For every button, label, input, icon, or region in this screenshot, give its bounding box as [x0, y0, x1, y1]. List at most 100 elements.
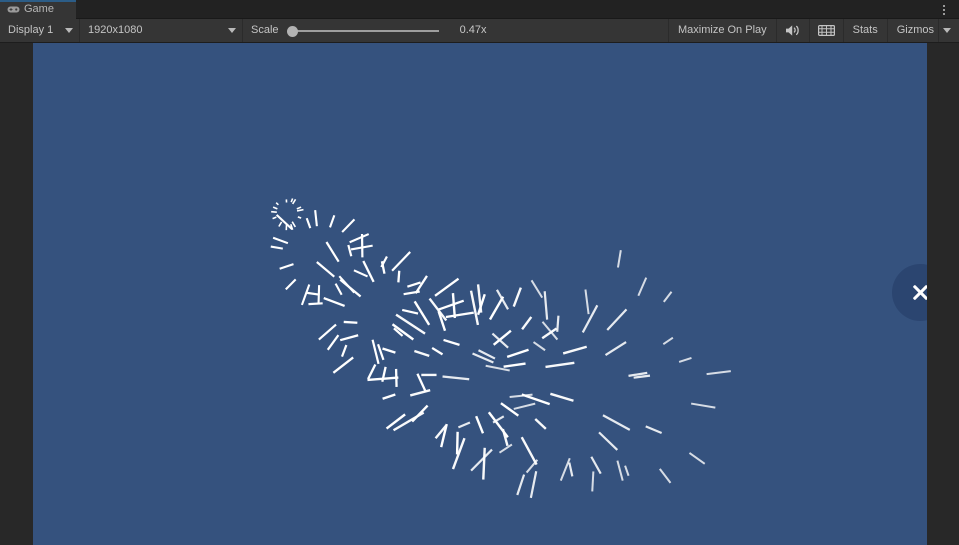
particle-ray — [591, 471, 595, 492]
particle-ray — [455, 431, 459, 455]
tab-game[interactable]: Game — [0, 0, 76, 19]
particle-ray — [476, 284, 483, 313]
particle-ray — [391, 323, 415, 341]
gizmos-dropdown-button[interactable] — [939, 19, 959, 42]
particle-ray — [472, 352, 494, 364]
particle-ray — [291, 221, 297, 228]
particle-ray — [428, 297, 448, 322]
scale-slider-knob[interactable] — [286, 25, 298, 37]
particle-ray — [475, 415, 485, 434]
stats-button[interactable]: Stats — [844, 19, 887, 42]
particle-ray — [525, 459, 539, 474]
scale-slider-track — [292, 29, 439, 32]
particle-ray — [443, 338, 460, 346]
burst-2 — [270, 209, 373, 306]
particle-ray — [305, 217, 312, 229]
particle-ray — [391, 251, 411, 272]
particle-ray — [469, 290, 480, 326]
scale-control: Scale 0.47x — [243, 19, 495, 42]
particle-ray — [407, 281, 421, 288]
particle-ray — [624, 465, 630, 477]
particle-ray — [318, 323, 337, 341]
particle-ray — [688, 452, 706, 465]
particle-ray — [521, 316, 533, 330]
particle-ray — [308, 302, 323, 306]
particle-ray — [343, 320, 358, 324]
particle-ray — [543, 291, 549, 320]
stats-overlay-toggle-button[interactable] — [810, 19, 843, 42]
particle-ray — [323, 296, 346, 307]
particle-ray — [279, 263, 294, 270]
particle-ray — [488, 296, 505, 321]
particle-ray — [413, 349, 430, 358]
particle-ray — [325, 241, 340, 263]
chevron-down-icon — [65, 28, 73, 33]
scale-label: Scale — [251, 24, 279, 36]
scale-slider[interactable] — [286, 24, 439, 38]
particle-ray — [377, 343, 385, 361]
chevron-down-icon — [943, 28, 951, 33]
particle-ray — [616, 460, 624, 481]
particle-ray — [562, 345, 588, 355]
particle-ray — [382, 393, 396, 400]
stats-label: Stats — [852, 24, 878, 36]
particle-ray — [598, 431, 619, 451]
tab-active-accent — [0, 0, 76, 2]
gamepad-icon — [7, 6, 20, 13]
game-render-surface[interactable] — [33, 43, 927, 545]
particle-ray — [416, 373, 427, 393]
particle-ray — [334, 283, 343, 296]
display-selector[interactable]: Display 1 — [0, 19, 79, 42]
particle-ray — [290, 198, 294, 203]
particle-ray — [275, 202, 279, 206]
particle-ray — [506, 348, 529, 359]
scale-value: 0.47x — [459, 24, 487, 36]
maximize-on-play-button[interactable]: Maximize On Play — [669, 19, 776, 42]
particle-ray — [347, 244, 353, 257]
particle-ray — [371, 339, 380, 365]
particle-ray — [307, 291, 320, 296]
particle-ray — [534, 418, 547, 430]
maximize-on-play-label: Maximize On Play — [678, 24, 767, 36]
particle-ray — [349, 233, 370, 244]
particle-burst-layer — [270, 198, 731, 499]
gizmos-label: Gizmos — [896, 24, 934, 36]
tab-game-label: Game — [24, 3, 54, 15]
resolution-selector[interactable]: 1920x1080 — [80, 19, 242, 42]
particle-ray — [401, 308, 419, 315]
particle-ray — [581, 304, 599, 333]
particle-ray — [584, 289, 590, 315]
burst-4 — [323, 260, 474, 393]
particle-ray — [434, 277, 460, 297]
particle-ray — [332, 356, 354, 374]
particle-ray — [272, 216, 277, 220]
particle-ray — [606, 308, 628, 331]
particle-ray — [296, 206, 302, 210]
particle-ray — [678, 356, 692, 363]
particle-ray — [633, 374, 651, 379]
gizmos-button[interactable]: Gizmos — [888, 19, 938, 42]
particle-ray — [516, 474, 526, 496]
particle-ray — [326, 334, 340, 351]
game-view-area — [0, 43, 959, 545]
particle-ray — [382, 347, 396, 354]
burst-8 — [485, 249, 731, 492]
particle-ray — [659, 468, 672, 484]
particle-ray — [297, 216, 302, 219]
grid-icon — [817, 25, 835, 36]
particle-ray — [457, 421, 471, 429]
particle-ray — [339, 334, 359, 342]
particle-ray — [367, 376, 399, 382]
particle-ray — [397, 270, 401, 283]
particle-ray — [353, 269, 368, 278]
mute-audio-button[interactable] — [777, 19, 809, 42]
particle-ray — [550, 392, 574, 402]
particle-ray — [498, 443, 513, 454]
particle-ray — [278, 221, 283, 227]
particle-ray — [451, 293, 457, 319]
kebab-menu-icon[interactable] — [938, 3, 950, 16]
particle-ray — [270, 245, 283, 250]
particle-ray — [662, 336, 674, 345]
kebab-dot — [943, 8, 945, 11]
particle-ray — [367, 363, 377, 380]
